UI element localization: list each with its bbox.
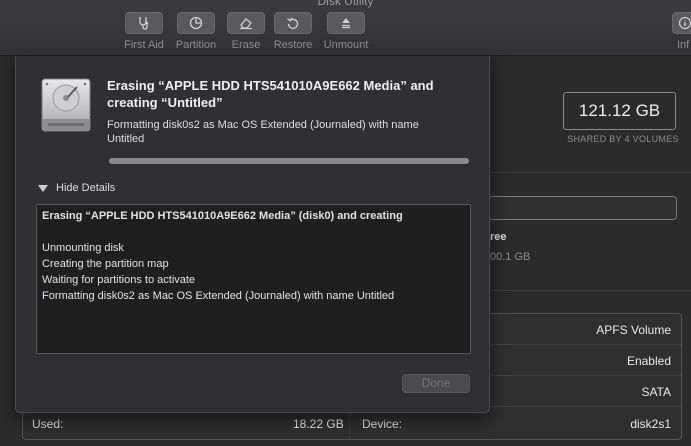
log-line: Unmounting disk — [42, 242, 124, 254]
hard-drive-icon — [41, 78, 91, 132]
used-label: Used: — [32, 417, 64, 431]
volume-type-value: APFS Volume — [596, 323, 671, 337]
eject-icon — [342, 18, 350, 29]
free-space-value: 00.1 GB — [490, 251, 531, 263]
divider — [488, 172, 691, 173]
used-value: 18.22 GB — [293, 417, 344, 431]
hide-details-toggle[interactable]: Hide Details — [38, 182, 115, 194]
pie-chart-icon — [189, 16, 203, 30]
device-value: disk2s1 — [630, 417, 671, 431]
window-title: Disk Utility — [317, 0, 374, 8]
sheet-title: Erasing “APPLE HDD HTS541010A9E662 Media… — [107, 78, 434, 110]
free-space-title: ree — [490, 231, 507, 243]
usage-bar — [488, 196, 677, 220]
details-log[interactable]: Erasing “APPLE HDD HTS541010A9E662 Media… — [36, 204, 471, 354]
info-icon — [678, 16, 691, 30]
info-label: Inf — [677, 39, 690, 51]
restore-icon — [287, 17, 299, 29]
disk-utility-window: Disk Utility First Aid Partition Erase R… — [0, 0, 691, 446]
toolbar: Disk Utility First Aid Partition Erase R… — [0, 0, 691, 56]
log-line: Waiting for partitions to activate — [42, 274, 196, 286]
device-label: Device: — [362, 417, 403, 431]
unmount-button[interactable]: Unmount — [315, 12, 377, 51]
eraser-icon — [240, 18, 252, 30]
log-line: Erasing “APPLE HDD HTS541010A9E662 Media… — [42, 210, 403, 222]
done-button[interactable]: Done — [402, 374, 470, 393]
progress-fill — [109, 158, 469, 164]
info-button[interactable]: Inf — [665, 12, 691, 51]
shared-volumes-caption: SHARED BY 4 VOLUMES — [567, 134, 679, 144]
disclosure-triangle-icon — [38, 184, 48, 192]
owners-value: Enabled — [626, 354, 671, 368]
erase-progress-sheet: Erasing “APPLE HDD HTS541010A9E662 Media… — [15, 56, 490, 413]
sheet-status: Formatting disk0s2 as Mac OS Extended (J… — [107, 119, 419, 145]
log-line: Formatting disk0s2 as Mac OS Extended (J… — [42, 290, 395, 302]
unmount-label: Unmount — [323, 39, 369, 51]
erase-progress-bar — [109, 158, 469, 164]
log-line: Creating the partition map — [42, 258, 169, 270]
hide-details-label: Hide Details — [56, 182, 116, 194]
connection-value: SATA — [641, 385, 671, 399]
capacity-display: 121.12 GB — [563, 92, 676, 130]
stethoscope-icon — [139, 17, 149, 30]
divider — [488, 290, 691, 291]
